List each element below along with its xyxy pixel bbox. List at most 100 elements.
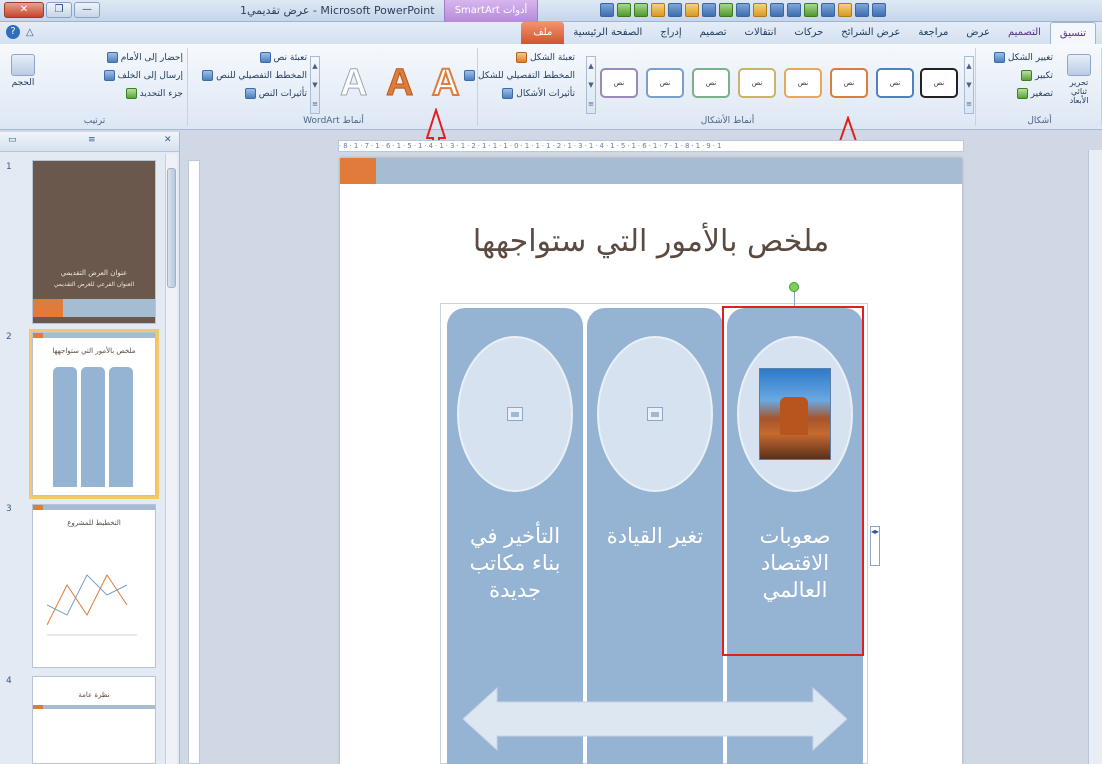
- smartart-text-2[interactable]: تغير القيادة: [593, 523, 717, 550]
- bring-forward-button[interactable]: إحضار إلى الأمام: [106, 52, 183, 63]
- edit-2d-button[interactable]: تحرير ثنائي الأبعاد: [1061, 54, 1097, 105]
- wordart-style-a-plain[interactable]: A: [339, 62, 367, 105]
- slide-header-accent: [340, 158, 376, 184]
- slide-thumbnail-1[interactable]: عنوان العرض التقديمي العنوان الفرعي للعر…: [32, 160, 156, 324]
- shape-effects-button[interactable]: تأثيرات الأشكال: [502, 88, 575, 99]
- save-icon[interactable]: [600, 3, 614, 17]
- tab-animations[interactable]: حركات: [785, 22, 832, 44]
- minimize-ribbon-icon[interactable]: △: [26, 27, 34, 38]
- tab-design[interactable]: تصميم: [691, 22, 736, 44]
- horizontal-ruler[interactable]: ·8·1·7·1·6·1·5·1·4·1·3·1·2·1·1·1·0·1·1·1…: [338, 140, 964, 152]
- tab-review[interactable]: مراجعة: [909, 22, 957, 44]
- smaller-label: تصغير: [1030, 88, 1053, 99]
- tab-outline[interactable]: ≡: [88, 135, 96, 145]
- shape-fill-icon: [515, 52, 527, 63]
- text-pane-toggle[interactable]: ◂▸: [870, 526, 880, 566]
- tab-slideshow[interactable]: عرض الشرائح: [832, 22, 909, 44]
- tab-format[interactable]: تنسيق: [1049, 22, 1096, 44]
- larger-button[interactable]: تكبير: [1021, 70, 1053, 81]
- chart-icon[interactable]: [736, 3, 750, 17]
- shape-style-4[interactable]: نص: [784, 68, 822, 98]
- double-arrow-shape[interactable]: [463, 684, 847, 754]
- close-button[interactable]: ✕: [4, 2, 44, 18]
- shape-style-3[interactable]: نص: [830, 68, 868, 98]
- text-fill-button[interactable]: تعبئة نص: [259, 52, 307, 63]
- selection-pane-label: جزء التحديد: [139, 88, 183, 99]
- slide-number-4: 4: [6, 676, 12, 686]
- slideshow-icon[interactable]: [787, 3, 801, 17]
- picture-icon[interactable]: [719, 3, 733, 17]
- shapes-icon[interactable]: [753, 3, 767, 17]
- text-effects-button[interactable]: تأثيرات النص: [244, 88, 307, 99]
- panel-scrollbar[interactable]: [165, 154, 177, 764]
- slide-thumbnail-2[interactable]: ملخص بالأمور التي ستواجهها: [29, 329, 159, 499]
- send-backward-label: إرسال إلى الخلف: [117, 70, 183, 81]
- shape-style-8[interactable]: نص: [600, 68, 638, 98]
- wordart-style-a-orange[interactable]: A: [385, 62, 413, 105]
- shape-style-5[interactable]: نص: [738, 68, 776, 98]
- vertical-ruler[interactable]: [188, 160, 200, 764]
- shape-fill-button[interactable]: تعبئة الشكل: [515, 52, 575, 63]
- picture-placeholder-icon[interactable]: [647, 407, 663, 421]
- slide-canvas[interactable]: ملخص بالأمور التي ستواجهها صعوبات الاقتص…: [340, 158, 962, 764]
- ribbon-tabs-row: ? △ ملف الصفحة الرئيسية إدراج تصميم انتق…: [0, 22, 1102, 44]
- shape-styles-scroll[interactable]: ▲ ▼ ≡: [586, 56, 596, 114]
- minimize-button[interactable]: —: [74, 2, 100, 18]
- text-outline-label: المخطط التفصيلي للنص: [216, 70, 307, 81]
- shape-style-1[interactable]: نص: [920, 68, 958, 98]
- text-effects-label: تأثيرات النص: [258, 88, 307, 99]
- undo-icon[interactable]: [617, 3, 631, 17]
- picture-placeholder-icon[interactable]: [507, 407, 523, 421]
- tab-slides[interactable]: ▭: [8, 135, 17, 145]
- selection-pane-button[interactable]: جزء التحديد: [125, 88, 183, 99]
- maximize-button[interactable]: ❐: [46, 2, 72, 18]
- close-panel-icon[interactable]: ✕: [164, 135, 172, 145]
- shape-style-6[interactable]: نص: [692, 68, 730, 98]
- thumb1-title: عنوان العرض التقديمي: [60, 269, 128, 277]
- panel-scroll-thumb[interactable]: [167, 168, 176, 288]
- shape-outline-button[interactable]: المخطط التفصيلي للشكل: [464, 70, 575, 81]
- shape-style-2[interactable]: نص: [876, 68, 914, 98]
- slide-thumbnail-4[interactable]: نظرة عامة: [32, 676, 156, 764]
- save-as-icon[interactable]: [855, 3, 869, 17]
- thumb3-chart: [47, 574, 137, 636]
- slide-title[interactable]: ملخص بالأمور التي ستواجهها: [340, 224, 962, 259]
- tab-view[interactable]: عرض: [957, 22, 999, 44]
- text-box-icon[interactable]: [770, 3, 784, 17]
- smaller-button[interactable]: تصغير: [1016, 88, 1053, 99]
- tab-smartart-design[interactable]: التصميم: [999, 22, 1050, 44]
- wordart-style-a-outline-orange[interactable]: A: [431, 61, 460, 105]
- text-outline-button[interactable]: المخطط التفصيلي للنص: [202, 70, 307, 81]
- tab-file[interactable]: ملف: [521, 22, 565, 44]
- arrange-group-label: ترتيب: [83, 116, 106, 126]
- redo-icon[interactable]: [634, 3, 648, 17]
- slide-thumbnail-3[interactable]: التخطيط للمشروع: [32, 504, 156, 668]
- tab-insert[interactable]: إدراج: [651, 22, 690, 44]
- edit-2d-label: تحرير ثنائي الأبعاد: [1069, 78, 1089, 105]
- new-slide-icon[interactable]: [651, 3, 665, 17]
- quick-access-toolbar: [600, 3, 886, 17]
- smartart-picture-circle-3[interactable]: [457, 336, 573, 492]
- text-fill-icon: [259, 52, 271, 63]
- editor-vertical-scrollbar[interactable]: [1088, 150, 1102, 764]
- shape-style-7[interactable]: نص: [646, 68, 684, 98]
- print-icon[interactable]: [668, 3, 682, 17]
- smartart-picture-circle-2[interactable]: [597, 336, 713, 492]
- open-icon[interactable]: [685, 3, 699, 17]
- rotate-handle[interactable]: [789, 282, 799, 292]
- wordart-styles-scroll[interactable]: ▲ ▼ ≡: [310, 56, 320, 114]
- slide-number-3: 3: [6, 504, 12, 514]
- table-icon[interactable]: [702, 3, 716, 17]
- shape-styles-more[interactable]: ▲ ▼ ≡: [964, 56, 974, 114]
- tab-home[interactable]: الصفحة الرئيسية: [564, 22, 651, 44]
- spelling-icon[interactable]: [804, 3, 818, 17]
- smartart-text-3[interactable]: التأخير في بناء مكاتب جديدة: [453, 523, 577, 604]
- help-icon[interactable]: ?: [6, 25, 20, 39]
- send-backward-button[interactable]: إرسال إلى الخلف: [103, 70, 183, 81]
- size-button[interactable]: الحجم: [6, 54, 40, 88]
- format-painter-icon[interactable]: [838, 3, 852, 17]
- change-shape-button[interactable]: تغيير الشكل: [993, 52, 1053, 63]
- customize-qat-icon[interactable]: [821, 3, 835, 17]
- change-shape-icon: [993, 52, 1005, 63]
- tab-transitions[interactable]: انتقالات: [736, 22, 786, 44]
